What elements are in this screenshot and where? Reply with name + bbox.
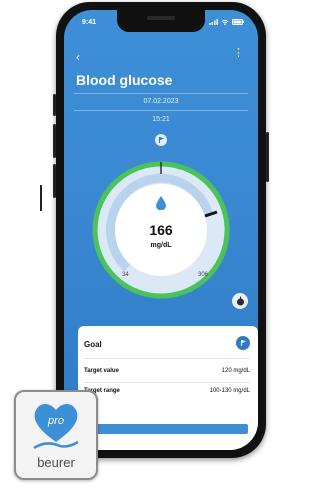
- side-mark: [40, 185, 42, 211]
- logo-badge: pro: [47, 415, 64, 427]
- mute-switch: [53, 94, 56, 116]
- battery-icon: [232, 18, 244, 27]
- divider: [74, 110, 248, 111]
- bottom-strip: [74, 424, 248, 434]
- apple-icon[interactable]: [232, 293, 248, 309]
- goal-row: Target range 100-130 mg/dL: [84, 388, 250, 394]
- goal-row: Target value 120 mg/dL: [84, 368, 250, 374]
- reading-date: 07.02.2023: [143, 98, 179, 105]
- flag-icon[interactable]: [155, 134, 167, 146]
- signal-icon: [209, 18, 218, 27]
- goal-flag-icon[interactable]: [236, 336, 250, 350]
- glucose-value: 166: [149, 222, 173, 238]
- power-button: [266, 132, 269, 182]
- divider: [74, 93, 248, 94]
- more-icon[interactable]: ⋮: [233, 48, 244, 59]
- logo-brand: beurer: [37, 455, 75, 470]
- volume-up-button: [53, 124, 56, 158]
- drop-icon: [155, 196, 167, 215]
- goal-row-value: 100-130 mg/dL: [209, 388, 250, 394]
- status-time: 9:41: [82, 19, 97, 26]
- divider: [84, 358, 250, 359]
- goal-card-title: Goal: [84, 340, 102, 349]
- notch: [117, 10, 205, 32]
- reading-time: 15:21: [152, 116, 170, 123]
- beurer-pro-logo: pro beurer: [14, 390, 98, 480]
- divider: [84, 382, 250, 383]
- glucose-unit: mg/dL: [150, 242, 172, 249]
- page-title: Blood glucose: [76, 72, 173, 88]
- scale-max: 306: [198, 272, 209, 278]
- heart-pro-icon: pro: [33, 404, 79, 450]
- goal-row-value: 120 mg/dL: [221, 368, 250, 374]
- home-indicator[interactable]: [129, 439, 193, 442]
- scale-min: 34: [122, 272, 129, 278]
- app-screen: 9:41 ‹ ⋮ Blood glucose 07.02.2023 15:21: [64, 10, 258, 450]
- wifi-icon: [221, 18, 229, 27]
- volume-down-button: [53, 164, 56, 198]
- goal-row-label: Target value: [84, 368, 119, 374]
- back-icon[interactable]: ‹: [76, 50, 80, 64]
